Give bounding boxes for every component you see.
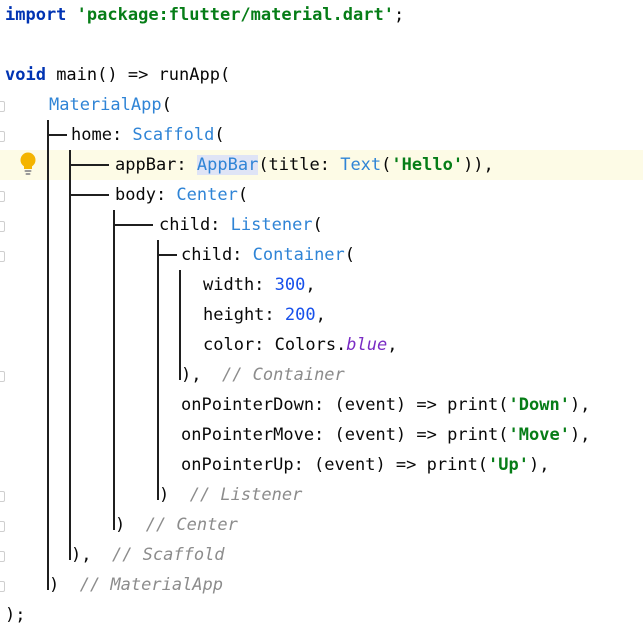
code-line[interactable]: ) // Center [115,510,238,540]
lightbulb-icon[interactable] [17,151,39,177]
code-token: main() => runApp( [45,65,231,85]
code-token: body: [115,185,177,205]
code-token: ( [344,245,356,265]
code-editor[interactable]: import 'package:flutter/material.dart'; … [0,0,643,637]
code-token-cls: Listener [230,215,313,235]
fold-marker-icon[interactable] [0,101,5,112]
tree-guide-branch [157,254,177,256]
tree-guide-vertical [113,210,115,530]
code-token: ); [5,605,26,625]
code-line[interactable]: width: 300, [203,270,316,300]
code-token: ), [569,395,591,415]
code-token: child: [181,245,253,265]
fold-marker-icon[interactable] [0,221,5,232]
code-token: onPointerDown: (event) => print( [181,395,509,415]
code-token: ( [161,95,172,115]
fold-marker-icon[interactable] [0,521,5,532]
code-token: ( [237,185,249,205]
fold-marker-icon[interactable] [0,191,5,202]
code-token: , [387,335,398,355]
code-token-cls: MaterialApp [49,95,162,115]
code-token: home: [71,125,133,145]
tree-guide-vertical [47,120,49,590]
code-token: height: [203,305,285,325]
tree-guide-vertical [69,150,71,560]
code-line[interactable]: child: Listener( [159,210,323,240]
tree-guide-branch [69,194,109,196]
code-token: )), [463,155,494,175]
code-token: ( [312,215,323,235]
fold-marker-icon[interactable] [0,491,5,502]
code-token: ), [71,545,112,565]
code-line[interactable]: ); [5,600,25,630]
tree-guide-branch [47,134,67,136]
code-token-cmt: // MaterialApp [79,575,224,595]
code-token: ), [529,455,550,475]
tree-guide-branch [69,164,109,166]
code-token: child: [159,215,231,235]
code-line[interactable]: ) // MaterialApp [49,570,223,600]
code-token-kw: void [5,65,46,85]
code-line[interactable]: appBar: AppBar(title: Text('Hello')), [115,150,494,180]
code-token-str: 'Up' [488,455,529,475]
code-line[interactable]: import 'package:flutter/material.dart'; [5,0,404,30]
code-token-num: 300 [274,275,306,295]
code-token-cls: Container [252,245,345,265]
code-token-str: 'package:flutter/material.dart' [76,5,394,25]
code-token: appBar: [115,155,197,175]
code-line[interactable]: onPointerMove: (event) => print('Move'), [181,420,590,450]
code-token-num: 200 [284,305,316,325]
code-token-cls: AppBar [196,155,259,175]
code-token-cls: Center [176,185,238,205]
code-token: width: [203,275,275,295]
code-line[interactable]: body: Center( [115,180,248,210]
code-token-cmt: // Container [221,365,345,385]
fold-marker-icon[interactable] [0,551,5,562]
code-token: ) [49,575,80,595]
code-token-cmt: // Scaffold [111,545,225,565]
code-token: onPointerUp: (event) => print( [181,455,489,475]
code-token-str: 'Move' [508,425,570,445]
code-line[interactable]: ), // Scaffold [71,540,225,570]
fold-marker-icon[interactable] [0,371,5,382]
code-token-cmt: // Center [145,515,238,535]
code-token: onPointerMove: (event) => print( [181,425,509,445]
code-token: color: Colors. [203,335,347,355]
code-line[interactable]: MaterialApp( [49,90,172,120]
code-line[interactable]: height: 200, [203,300,326,330]
code-token-cmt: // Listener [189,485,303,505]
code-token: (title: [258,155,341,175]
code-token: ), [181,365,222,385]
code-token-str: 'Hello' [391,155,464,175]
code-token: ), [569,425,591,445]
fold-marker-icon[interactable] [0,131,5,142]
tree-guide-vertical [157,240,159,500]
code-token-cls: Scaffold [132,125,215,145]
code-token-cls: Text [340,155,382,175]
code-token: ( [214,125,225,145]
code-line[interactable]: child: Container( [181,240,355,270]
code-token: , [305,275,316,295]
fold-marker-icon[interactable] [0,251,5,262]
code-line[interactable]: ), // Container [181,360,345,390]
code-token-kw: import [5,5,67,25]
code-token: ) [115,515,146,535]
code-line[interactable]: onPointerDown: (event) => print('Down'), [181,390,590,420]
code-line[interactable]: onPointerUp: (event) => print('Up'), [181,450,549,480]
code-token: ( [381,155,392,175]
code-line[interactable]: ) // Listener [159,480,302,510]
code-line[interactable]: home: Scaffold( [71,120,225,150]
code-token: ) [159,485,190,505]
code-token-purple: blue [346,335,388,355]
code-token: ; [393,5,405,25]
code-token-str: 'Down' [508,395,570,415]
code-line[interactable]: color: Colors.blue, [203,330,398,360]
fold-marker-icon[interactable] [0,581,5,592]
tree-guide-branch [113,224,153,226]
code-line[interactable]: void main() => runApp( [5,60,230,90]
code-token: , [315,305,326,325]
